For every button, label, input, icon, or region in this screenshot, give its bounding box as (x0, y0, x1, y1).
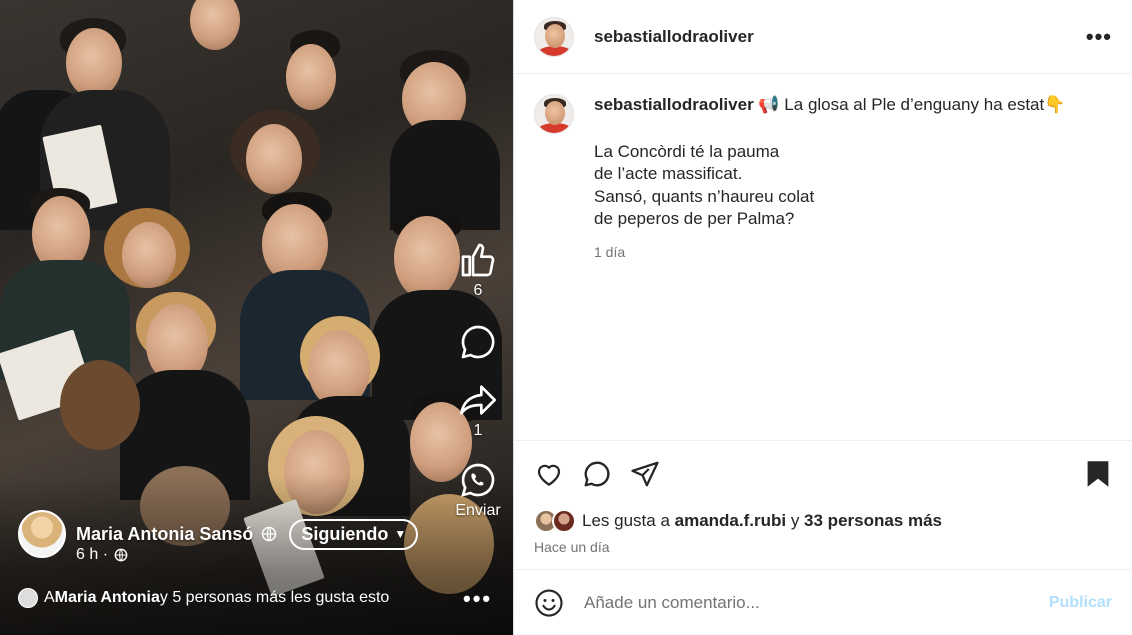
caption-username[interactable]: sebastiallodraoliver (594, 95, 754, 114)
post-header: sebastiallodraoliver ••• (514, 0, 1132, 74)
video-side-actions: 6 1 Enviar (446, 240, 510, 520)
globe-icon (114, 548, 128, 562)
caption-line: de peperos de per Palma? (594, 209, 795, 228)
author-avatar[interactable] (534, 16, 574, 57)
more-horizontal-icon[interactable]: ••• (1086, 24, 1112, 50)
crowd-face (190, 0, 240, 50)
like-button[interactable] (534, 459, 564, 489)
caption-line: Sansó, quants n’haureu colat (594, 186, 815, 206)
likes-line-prefix: A (44, 589, 55, 606)
caption-line: La Concòrdi té la pauma (594, 141, 780, 161)
publish-button[interactable]: Publicar (1049, 594, 1112, 612)
smiley-icon (535, 588, 563, 617)
likes-line-user[interactable]: Maria Antonia (55, 589, 160, 607)
likes-mid: y (786, 511, 805, 530)
bookmark-filled-icon (1087, 460, 1109, 487)
video-share-count: 1 (473, 422, 483, 439)
caret-down-icon: ▼ (394, 527, 407, 541)
liker-avatar (552, 509, 576, 533)
likes-summary: Les gusta a amanda.f.rubi y 33 personas … (514, 506, 1132, 536)
video-like-count: 6 (473, 282, 483, 299)
crowd-face (66, 28, 122, 98)
video-send-button[interactable]: Enviar (455, 460, 501, 520)
post-timestamp[interactable]: Hace un día (514, 536, 1132, 558)
caption-section: sebastiallodraoliver 📢 La glosa al Ple d… (514, 74, 1132, 440)
share-arrow-icon (460, 385, 496, 415)
save-button[interactable] (1084, 459, 1112, 489)
video-send-label: Enviar (455, 502, 501, 519)
likes-user[interactable]: amanda.f.rubi (675, 511, 786, 531)
likes-others[interactable]: 33 personas más (804, 511, 942, 531)
caption-author-avatar[interactable] (534, 94, 574, 134)
video-share-button[interactable]: 1 (458, 380, 498, 440)
video-more-icon[interactable]: ••• (463, 586, 492, 612)
caption-timestamp[interactable]: 1 día (594, 241, 1065, 264)
video-meta: 6 h · (76, 546, 128, 564)
video-likes-line: A Maria Antonia y 5 personas más les gus… (18, 588, 389, 608)
caption-intro: 📢 La glosa al Ple d’enguany ha estat👇 (758, 95, 1066, 114)
crowd-face (286, 44, 336, 110)
comment-bubble-icon (584, 461, 610, 486)
crowd-face (246, 124, 302, 194)
video-like-button[interactable]: 6 (458, 240, 498, 300)
caption-verse: La Concòrdi té la pauma de l’acte massif… (594, 141, 1065, 231)
share-button[interactable] (630, 459, 660, 489)
globe-icon (262, 526, 277, 542)
post-media-video[interactable]: 6 1 Enviar Maria Antonia Sansó Siguiendo… (0, 0, 513, 635)
following-button[interactable]: Siguiendo ▼ (289, 518, 419, 550)
emoji-button[interactable] (534, 588, 564, 618)
comment-bubble-icon (461, 325, 495, 359)
thumbs-up-icon (461, 243, 495, 277)
heart-icon (537, 464, 561, 486)
video-comment-button[interactable] (458, 322, 498, 362)
liker-avatar (18, 588, 38, 608)
whatsapp-icon (461, 463, 495, 497)
likes-line-suffix: y 5 personas más les gusta esto (159, 589, 390, 606)
author-username[interactable]: sebastiallodraoliver (594, 27, 754, 47)
video-time: 6 h · (76, 546, 109, 563)
caption-text: sebastiallodraoliver 📢 La glosa al Ple d… (594, 94, 1065, 440)
video-author-avatar[interactable] (18, 510, 66, 558)
comment-composer: Publicar (514, 569, 1132, 635)
instagram-post-modal: 6 1 Enviar Maria Antonia Sansó Siguiendo… (0, 0, 1132, 635)
crowd-hair (60, 360, 140, 450)
caption-line: de l’acte massificat. (594, 164, 743, 183)
video-author-name[interactable]: Maria Antonia Sansó (76, 524, 253, 545)
likes-prefix: Les gusta a (582, 511, 675, 530)
liker-avatars[interactable] (534, 509, 578, 533)
post-side-panel: sebastiallodraoliver ••• sebastiallodrao… (513, 0, 1132, 635)
paper-plane-icon (631, 461, 659, 486)
post-action-bar (514, 440, 1132, 506)
crowd-face (122, 222, 176, 288)
following-label: Siguiendo (301, 523, 389, 544)
comment-input[interactable] (584, 592, 1049, 613)
comment-button[interactable] (582, 459, 612, 489)
